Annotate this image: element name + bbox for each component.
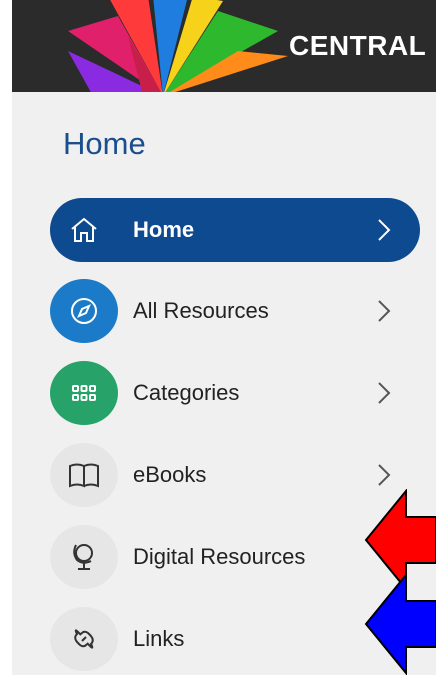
blue-arrow-annotation xyxy=(364,573,436,675)
sidebar-item-label: All Resources xyxy=(133,298,269,323)
sidebar-item-label: Home xyxy=(133,217,195,242)
sidebar-item-label: eBooks xyxy=(133,462,207,487)
chevron-right-icon xyxy=(378,464,391,486)
sidebar-item-categories[interactable]: Categories xyxy=(50,361,420,425)
sidebar-item-label: Digital Resources xyxy=(133,544,306,569)
page-margin xyxy=(0,0,12,675)
site-header: CENTRAL xyxy=(12,0,436,92)
all-resources-icon-circle xyxy=(50,279,118,343)
globe-icon xyxy=(73,544,93,570)
sidebar-item-all-resources[interactable]: All Resources xyxy=(50,279,420,343)
chevron-right-icon xyxy=(378,382,391,404)
link-icon xyxy=(74,629,94,649)
sidebar-item-label: Links xyxy=(133,626,185,651)
digital-resources-icon-circle xyxy=(50,525,118,589)
ebooks-icon-circle xyxy=(50,443,118,507)
pinwheel-logo[interactable] xyxy=(48,0,288,92)
sidebar-item-label: Categories xyxy=(133,380,240,405)
links-icon-circle xyxy=(50,607,118,671)
compass-icon xyxy=(71,298,97,324)
chevron-right-icon xyxy=(378,219,391,241)
house-icon xyxy=(71,217,97,242)
chevron-right-icon xyxy=(378,300,391,322)
sidebar-item-home[interactable]: Home xyxy=(50,198,420,262)
grid-icon xyxy=(72,385,96,401)
home-icon-circle xyxy=(50,198,118,262)
categories-icon-circle xyxy=(50,361,118,425)
page-title: Home xyxy=(63,126,146,161)
brand-name: CENTRAL xyxy=(289,30,427,61)
book-icon xyxy=(69,463,99,488)
